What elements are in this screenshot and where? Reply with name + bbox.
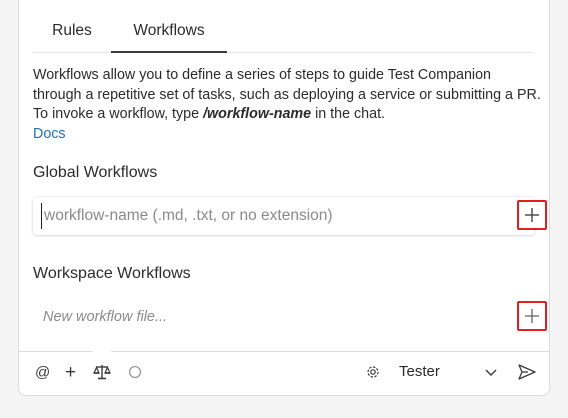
circle-icon[interactable] xyxy=(127,364,143,386)
plus-icon xyxy=(525,208,539,222)
global-workflow-row xyxy=(33,197,547,235)
chevron-down-icon[interactable] xyxy=(483,364,499,386)
plus-icon xyxy=(525,309,539,323)
tab-rules[interactable]: Rules xyxy=(33,14,111,52)
add-global-workflow-button[interactable] xyxy=(517,200,547,230)
workflow-command: /workflow-name xyxy=(203,106,312,122)
docs-link[interactable]: Docs xyxy=(33,125,66,145)
global-workflows-title: Global Workflows xyxy=(33,164,158,181)
send-icon[interactable] xyxy=(517,362,537,384)
description-text-end: in the chat. xyxy=(311,106,386,122)
global-workflow-input[interactable] xyxy=(41,203,484,229)
model-selector-label[interactable]: Tester xyxy=(399,363,440,380)
workspace-workflow-row xyxy=(33,298,547,336)
add-workspace-workflow-button[interactable] xyxy=(517,301,547,331)
workspace-workflow-input[interactable] xyxy=(41,304,483,330)
gear-icon[interactable] xyxy=(365,364,381,386)
chat-composer-toolbar: @ + Tester xyxy=(18,341,550,396)
tab-bar: Rules Workflows xyxy=(33,14,533,53)
workspace-workflows-title: Workspace Workflows xyxy=(33,265,191,282)
mention-icon[interactable]: @ xyxy=(35,362,50,384)
workflows-description: Workflows allow you to define a series o… xyxy=(33,66,543,144)
scale-icon[interactable] xyxy=(93,363,111,385)
tab-workflows[interactable]: Workflows xyxy=(111,14,227,53)
workflows-panel: Rules Workflows Workflows allow you to d… xyxy=(18,0,550,352)
add-context-icon[interactable]: + xyxy=(65,362,76,384)
